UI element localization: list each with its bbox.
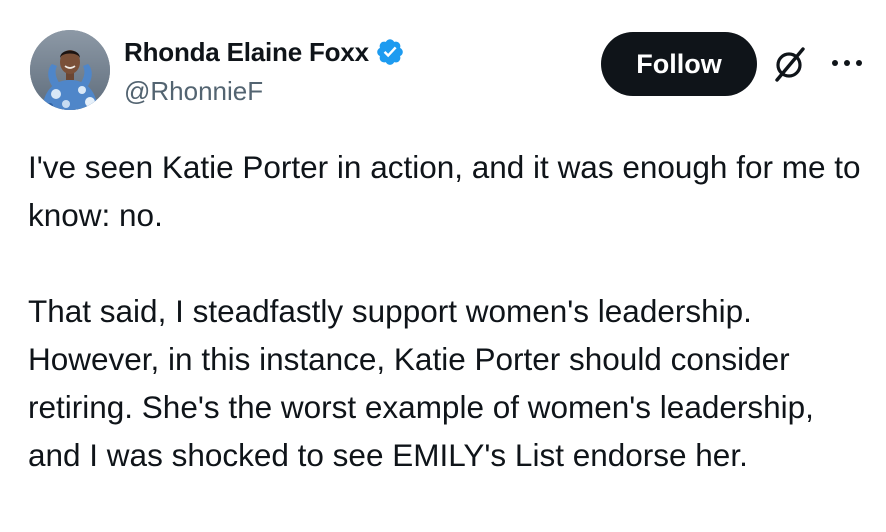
follow-button[interactable]: Follow: [601, 32, 757, 96]
tweet-card: Rhonda Elaine Foxx @RhonnieF Follow I've…: [0, 0, 886, 532]
avatar[interactable]: [30, 30, 110, 110]
verified-badge-icon[interactable]: [375, 37, 405, 67]
avatar-image: [30, 30, 110, 110]
tweet-paragraph: I've seen Katie Porter in action, and it…: [28, 149, 861, 233]
grok-icon[interactable]: [772, 44, 808, 84]
author-handle[interactable]: @RhonnieF: [124, 76, 263, 107]
author-name-row: Rhonda Elaine Foxx: [124, 36, 405, 68]
tweet-paragraph: That said, I steadfastly support women's…: [28, 293, 814, 473]
more-options-icon[interactable]: [830, 52, 864, 74]
tweet-text: I've seen Katie Porter in action, and it…: [28, 143, 873, 479]
author-display-name[interactable]: Rhonda Elaine Foxx: [124, 37, 369, 68]
